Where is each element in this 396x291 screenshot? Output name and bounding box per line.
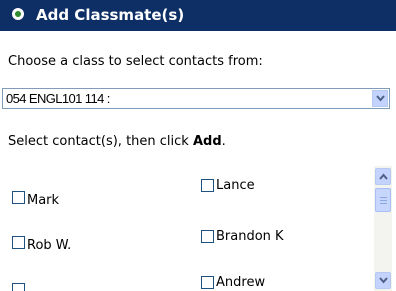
contact-list: Mark Lance Rob W. Brandon K Andrew — [0, 168, 396, 291]
chevron-down-icon — [376, 95, 385, 102]
instruction-suffix: . — [221, 134, 226, 149]
class-select-label: Choose a class to select contacts from: — [8, 54, 263, 69]
contact-label: Brandon K — [216, 229, 284, 244]
contact-checkbox[interactable] — [12, 191, 25, 204]
chevron-up-icon — [379, 173, 388, 180]
contact-label: Andrew — [216, 275, 266, 290]
class-select[interactable]: 054 ENGL101 114 : — [2, 88, 390, 109]
chevron-down-icon — [379, 277, 388, 284]
instruction-action: Add — [192, 134, 222, 149]
contact-checkbox[interactable] — [201, 276, 214, 289]
dropdown-arrow-button[interactable] — [372, 90, 388, 107]
instruction-text: Select contact(s), then click Add. — [8, 134, 226, 149]
contact-checkbox[interactable] — [12, 283, 25, 291]
contact-label: Lance — [216, 178, 255, 193]
instruction-prefix: Select contact(s), then click — [8, 134, 193, 149]
contact-checkbox[interactable] — [201, 179, 214, 192]
contact-checkbox[interactable] — [12, 236, 25, 249]
add-classmate-panel: Add Classmate(s) Choose a class to selec… — [0, 0, 396, 291]
scroll-down-button[interactable] — [375, 272, 391, 289]
contact-label: Rob W. — [27, 238, 72, 253]
scroll-up-button[interactable] — [375, 168, 391, 185]
green-dot-icon — [12, 8, 24, 20]
contact-label: Mark — [27, 193, 60, 208]
class-select-value: 054 ENGL101 114 : — [6, 91, 110, 106]
contact-checkbox[interactable] — [201, 230, 214, 243]
contact-list-scrollbar[interactable] — [374, 166, 392, 291]
panel-title: Add Classmate(s) — [36, 6, 185, 24]
scroll-thumb[interactable] — [375, 188, 391, 212]
title-bar: Add Classmate(s) — [0, 0, 396, 31]
